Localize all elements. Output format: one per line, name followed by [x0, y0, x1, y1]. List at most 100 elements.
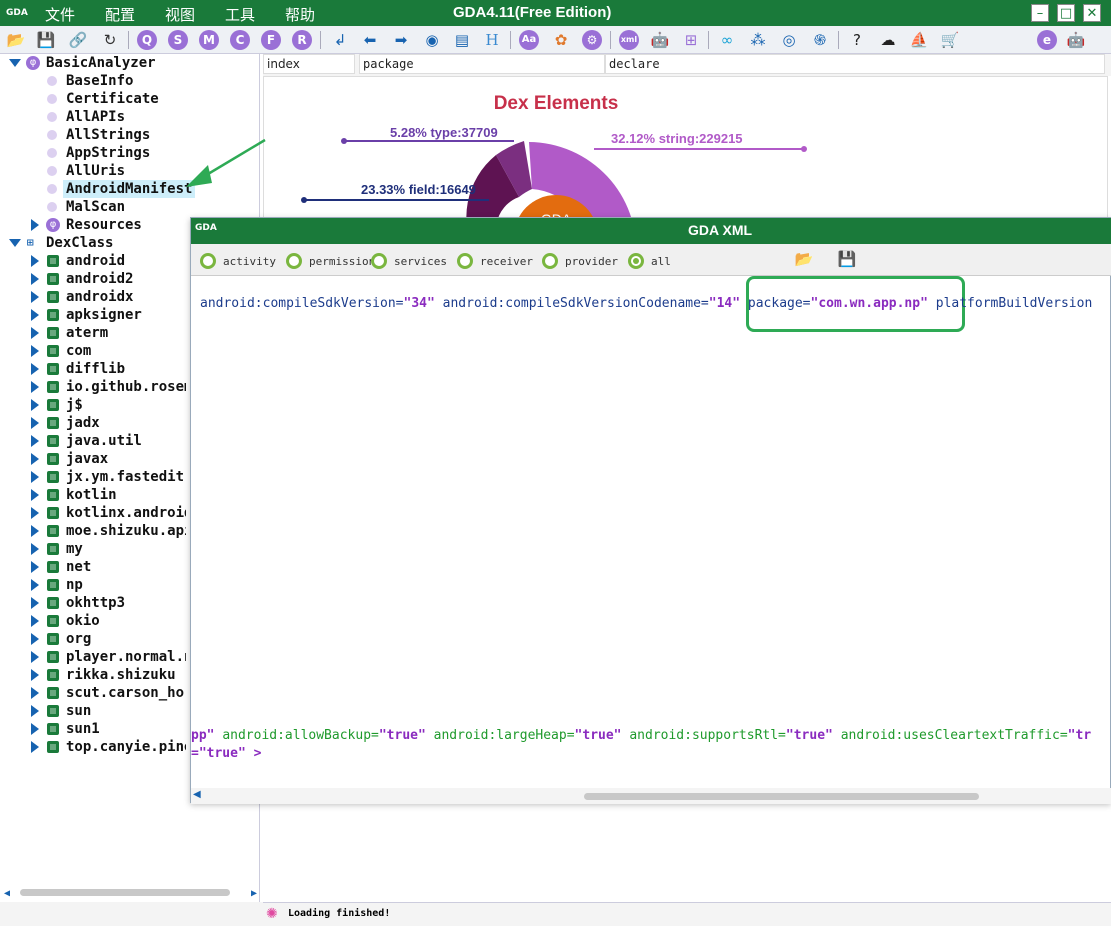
- expand-package-icon[interactable]: [31, 273, 39, 285]
- expand-package-icon[interactable]: [31, 543, 39, 555]
- filter-receiver-label[interactable]: receiver: [480, 255, 533, 268]
- e-icon[interactable]: e: [1037, 30, 1057, 50]
- expand-package-icon[interactable]: [31, 345, 39, 357]
- tree-package[interactable]: player.normal.np: [66, 648, 186, 666]
- expand-package-icon[interactable]: [31, 327, 39, 339]
- xml-scrollbar[interactable]: ◀: [191, 788, 1111, 804]
- tree-package[interactable]: com: [66, 342, 91, 360]
- tree-package[interactable]: androidx: [66, 288, 133, 306]
- fingerprint-icon[interactable]: ֍: [810, 30, 830, 50]
- filter-services-label[interactable]: services: [394, 255, 447, 268]
- android-icon[interactable]: 🤖: [650, 30, 670, 50]
- save-icon[interactable]: 💾: [837, 249, 857, 269]
- tree-package[interactable]: jadx: [66, 414, 100, 432]
- filter-activity-radio[interactable]: [200, 253, 216, 269]
- expand-package-icon[interactable]: [31, 291, 39, 303]
- expand-package-icon[interactable]: [31, 669, 39, 681]
- string-aa-icon[interactable]: Aa: [519, 30, 539, 50]
- expand-package-icon[interactable]: [31, 741, 39, 753]
- ship-icon[interactable]: ⛵: [909, 30, 929, 50]
- tree-package[interactable]: kotlin: [66, 486, 117, 504]
- report-icon[interactable]: ▤: [452, 30, 472, 50]
- expand-package-icon[interactable]: [31, 381, 39, 393]
- filter-all-label[interactable]: all: [651, 255, 671, 268]
- tree-package[interactable]: android: [66, 252, 125, 270]
- scroll-right-icon[interactable]: ▶: [251, 885, 257, 903]
- menu-config[interactable]: 配置: [105, 4, 135, 25]
- expand-package-icon[interactable]: [31, 561, 39, 573]
- menu-tools[interactable]: 工具: [225, 4, 255, 25]
- cloud-icon[interactable]: ☁: [878, 30, 898, 50]
- infinity-icon[interactable]: ∞: [717, 30, 737, 50]
- expand-package-icon[interactable]: [31, 309, 39, 321]
- scroll-left-icon[interactable]: ◀: [4, 885, 10, 903]
- tree-package[interactable]: io.github.roseme: [66, 378, 186, 396]
- xml-scroll-thumb[interactable]: [584, 793, 979, 800]
- tree-malscan[interactable]: MalScan: [66, 198, 125, 216]
- tree-package[interactable]: kotlinx.android.: [66, 504, 186, 522]
- tree-basic-analyzer[interactable]: BasicAnalyzer: [46, 54, 156, 72]
- tree-package[interactable]: okhttp3: [66, 594, 125, 612]
- tree-scrollbar[interactable]: [20, 889, 230, 896]
- tree-package[interactable]: rikka.shizuku: [66, 666, 176, 684]
- tree-alluris[interactable]: AllUris: [66, 162, 125, 180]
- tree-package[interactable]: apksigner: [66, 306, 142, 324]
- expand-package-icon[interactable]: [31, 417, 39, 429]
- expand-package-icon[interactable]: [31, 525, 39, 537]
- tree-dexclass[interactable]: DexClass: [46, 234, 113, 252]
- expand-package-icon[interactable]: [31, 489, 39, 501]
- expand-basic-icon[interactable]: [9, 59, 21, 67]
- graph-icon[interactable]: ⁂: [748, 30, 768, 50]
- col-index[interactable]: index: [263, 54, 355, 74]
- tree-package[interactable]: j$: [66, 396, 83, 414]
- tree-package[interactable]: javax: [66, 450, 108, 468]
- tree-package[interactable]: top.canyie.pine: [66, 738, 186, 756]
- refresh-icon[interactable]: ↻: [100, 30, 120, 50]
- tree-package[interactable]: android2: [66, 270, 133, 288]
- open-folder-icon[interactable]: 📂: [6, 30, 26, 50]
- tree-allstrings[interactable]: AllStrings: [66, 126, 150, 144]
- expand-package-icon[interactable]: [31, 597, 39, 609]
- search-s-icon[interactable]: S: [168, 30, 188, 50]
- maximize-icon[interactable]: □: [1057, 4, 1075, 22]
- tree-package[interactable]: jx.ym.fastedit: [66, 468, 184, 486]
- filter-provider-radio[interactable]: [542, 253, 558, 269]
- tree-package[interactable]: net: [66, 558, 91, 576]
- hex-h-icon[interactable]: H: [482, 30, 502, 50]
- windows-icon[interactable]: ⊞: [681, 30, 701, 50]
- search-f-icon[interactable]: F: [261, 30, 281, 50]
- save-icon[interactable]: 💾: [36, 30, 56, 50]
- expand-package-icon[interactable]: [31, 399, 39, 411]
- search-r-icon[interactable]: R: [292, 30, 312, 50]
- tree-package[interactable]: scut.carson_ho.c: [66, 684, 186, 702]
- menu-view[interactable]: 视图: [165, 4, 195, 25]
- tree-package[interactable]: sun: [66, 702, 91, 720]
- expand-package-icon[interactable]: [31, 435, 39, 447]
- tree-package[interactable]: difflib: [66, 360, 125, 378]
- help-icon[interactable]: ?: [847, 30, 867, 50]
- expand-dexclass-icon[interactable]: [9, 239, 21, 247]
- radar-icon[interactable]: ◎: [779, 30, 799, 50]
- close-icon[interactable]: ✕: [1083, 4, 1101, 22]
- colors-icon[interactable]: ✿: [551, 30, 571, 50]
- bulb-icon[interactable]: ◉: [422, 30, 442, 50]
- expand-package-icon[interactable]: [31, 453, 39, 465]
- tree-resources[interactable]: Resources: [66, 216, 142, 234]
- col-declare[interactable]: declare: [605, 54, 1105, 74]
- tree-package[interactable]: my: [66, 540, 83, 558]
- cart-icon[interactable]: 🛒: [940, 30, 960, 50]
- search-c-icon[interactable]: C: [230, 30, 250, 50]
- tree-package[interactable]: np: [66, 576, 83, 594]
- link-icon[interactable]: 🔗: [68, 30, 88, 50]
- menu-help[interactable]: 帮助: [285, 4, 315, 25]
- tree-appstrings[interactable]: AppStrings: [66, 144, 150, 162]
- filter-services-radio[interactable]: [371, 253, 387, 269]
- tree-androidmanifest[interactable]: AndroidManifest: [63, 180, 196, 198]
- filter-permission-radio[interactable]: [286, 253, 302, 269]
- filter-receiver-radio[interactable]: [457, 253, 473, 269]
- filter-activity-label[interactable]: activity: [223, 255, 276, 268]
- expand-package-icon[interactable]: [31, 633, 39, 645]
- expand-package-icon[interactable]: [31, 723, 39, 735]
- col-package[interactable]: package: [359, 54, 605, 74]
- expand-package-icon[interactable]: [31, 687, 39, 699]
